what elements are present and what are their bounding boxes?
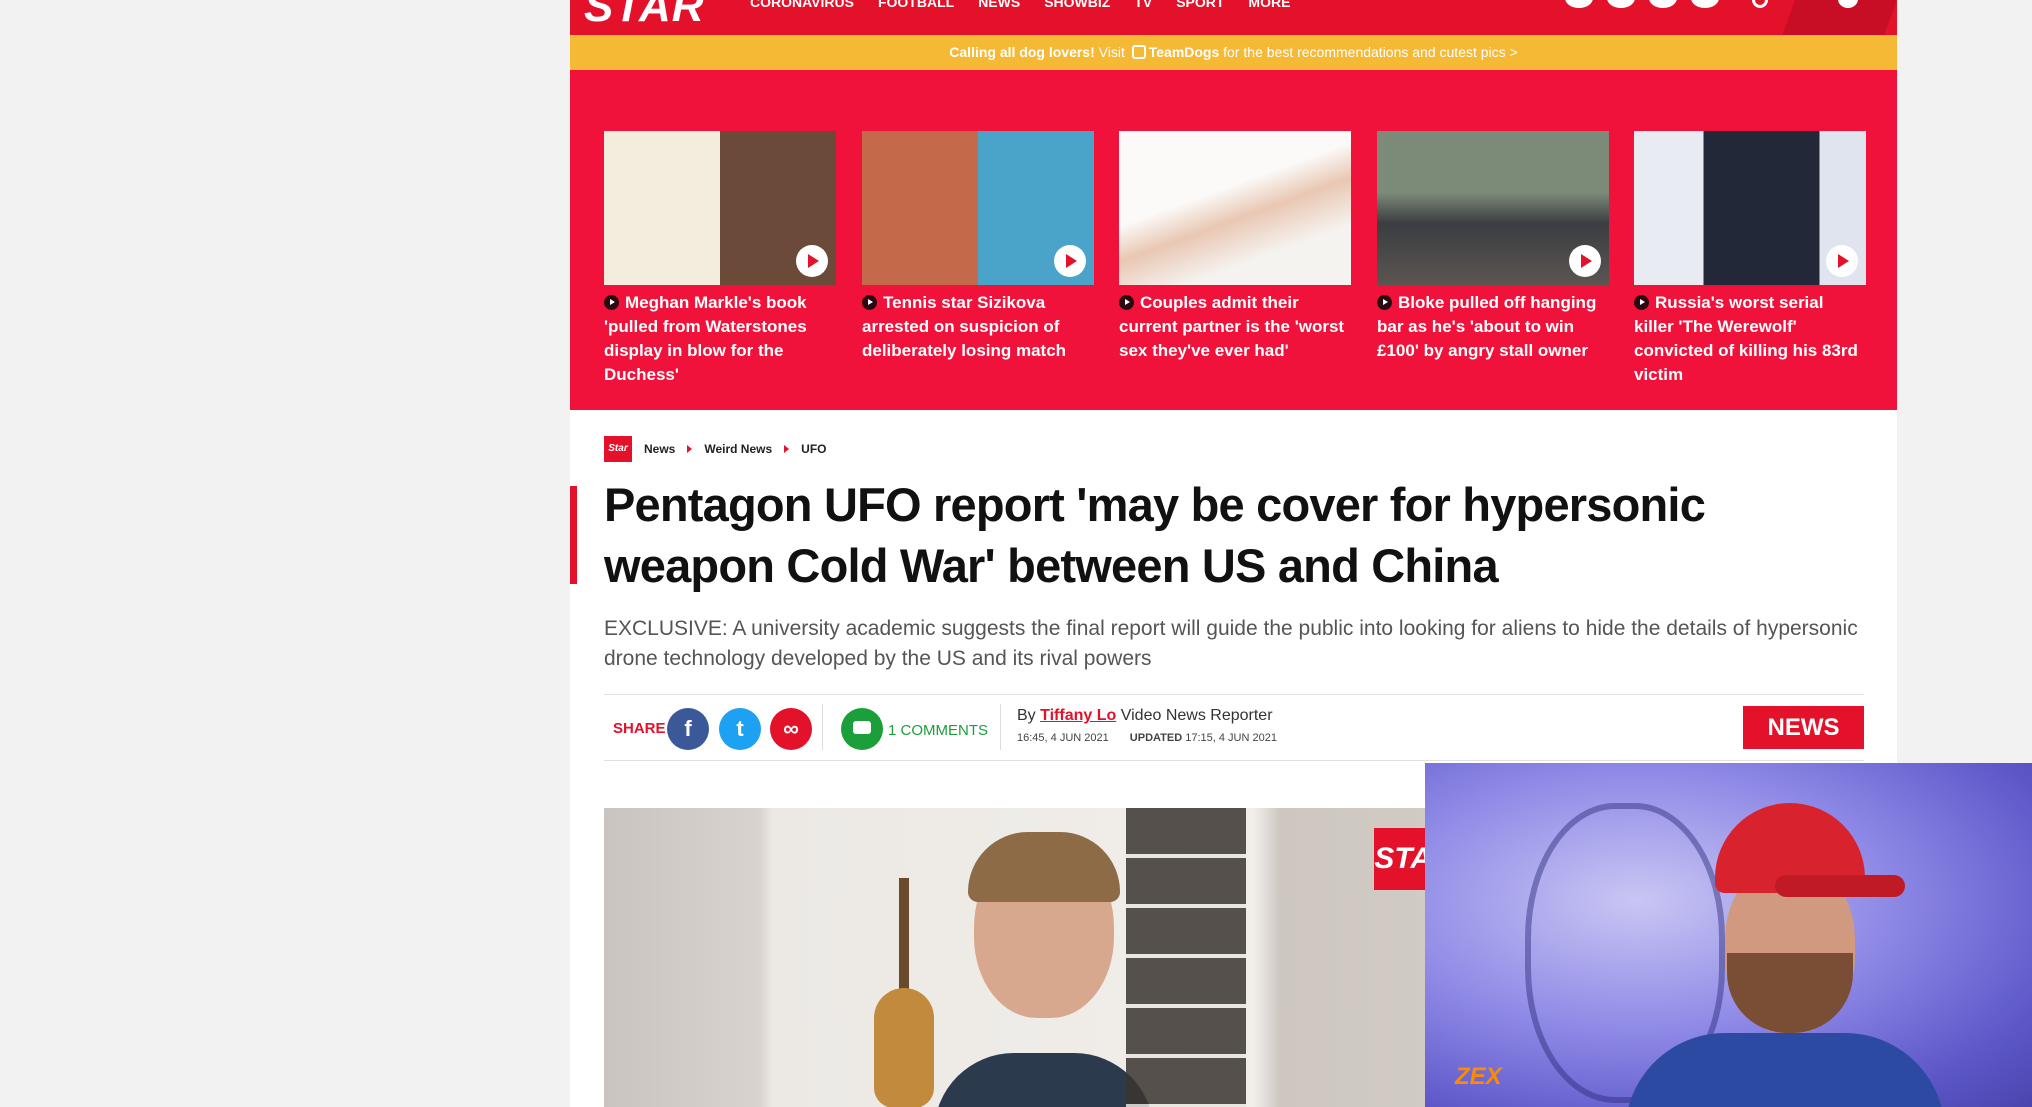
updated-time: 17:15, 4 JUN 2021 xyxy=(1185,732,1277,744)
facebook-icon[interactable] xyxy=(1565,0,1593,8)
breadcrumb-item[interactable]: UFO xyxy=(801,442,826,456)
promo-brand: TeamDogs xyxy=(1148,44,1220,60)
chevron-right-icon xyxy=(687,445,693,453)
account-area xyxy=(1782,0,1897,35)
story-thumbnail[interactable] xyxy=(604,131,836,285)
story-card[interactable]: Bloke pulled off hanging bar as he's 'ab… xyxy=(1377,131,1609,363)
breadcrumb-item[interactable]: News xyxy=(644,442,675,456)
video-guitar xyxy=(874,878,934,1107)
article-headline: Pentagon UFO report 'may be cover for hy… xyxy=(604,478,1706,592)
nav-social-icons xyxy=(1565,0,1719,8)
nav-link[interactable]: SHOWBIZ xyxy=(1044,0,1110,10)
byline: By Tiffany Lo Video News Reporter xyxy=(1017,707,1273,725)
video-bullet-icon xyxy=(862,295,877,310)
promo-visit: Visit xyxy=(1098,44,1125,60)
video-bookshelf xyxy=(1126,808,1246,1107)
story-caption[interactable]: Meghan Markle's book 'pulled from Waters… xyxy=(604,293,807,384)
story-card[interactable]: Couples admit their current partner is t… xyxy=(1119,131,1351,363)
story-card[interactable]: Russia's worst serial killer 'The Werewo… xyxy=(1634,131,1866,387)
story-thumbnail[interactable] xyxy=(1119,131,1351,285)
promo-bar[interactable]: Calling all dog lovers! Visit TeamDogs f… xyxy=(570,35,1897,70)
video-bullet-icon xyxy=(1634,295,1649,310)
story-caption[interactable]: Tennis star Sizikova arrested on suspici… xyxy=(862,293,1066,360)
story-card[interactable]: Tennis star Sizikova arrested on suspici… xyxy=(862,131,1094,363)
breadcrumb-logo[interactable]: Star xyxy=(604,436,632,462)
nav-link[interactable]: TV xyxy=(1134,0,1152,10)
article-standfirst: EXCLUSIVE: A university academic suggest… xyxy=(604,617,1858,670)
play-icon[interactable] xyxy=(1569,245,1601,277)
updated-label: UPDATED xyxy=(1129,732,1183,744)
comment-icon[interactable] xyxy=(841,708,883,750)
search-icon[interactable] xyxy=(1752,0,1768,8)
story-caption[interactable]: Bloke pulled off hanging bar as he's 'ab… xyxy=(1377,293,1596,360)
promo-lead: Calling all dog lovers! xyxy=(949,44,1095,60)
link-share-icon[interactable]: ∞ xyxy=(770,708,812,750)
paw-icon xyxy=(1131,45,1146,59)
story-caption[interactable]: Couples admit their current partner is t… xyxy=(1119,293,1344,360)
divider xyxy=(604,694,1864,695)
play-icon[interactable] xyxy=(1054,245,1086,277)
webcam-overlay: ZEX xyxy=(1425,763,2032,1107)
video-bullet-icon xyxy=(1119,295,1134,310)
video-presenter xyxy=(934,832,1154,1107)
play-icon[interactable] xyxy=(796,245,828,277)
instagram-icon[interactable] xyxy=(1649,0,1677,8)
share-label: SHARE xyxy=(613,720,666,737)
divider xyxy=(822,704,823,750)
site-logo[interactable]: STAR xyxy=(584,0,705,32)
story-thumbnail[interactable] xyxy=(1634,131,1866,285)
headline-accent-bar xyxy=(570,486,577,584)
trending-stories: Meghan Markle's book 'pulled from Waters… xyxy=(570,70,1897,410)
video-bullet-icon xyxy=(604,295,619,310)
nav-link[interactable]: NEWS xyxy=(978,0,1020,10)
twitter-share-icon[interactable]: t xyxy=(719,708,761,750)
story-thumbnail[interactable] xyxy=(1377,131,1609,285)
story-caption[interactable]: Russia's worst serial killer 'The Werewo… xyxy=(1634,293,1858,384)
twitter-icon[interactable] xyxy=(1607,0,1635,8)
divider xyxy=(604,760,1864,761)
promo-tail: for the best recommendations and cutest … xyxy=(1223,44,1518,60)
chevron-right-icon xyxy=(784,445,790,453)
play-icon[interactable] xyxy=(1826,245,1858,277)
story-card[interactable]: Meghan Markle's book 'pulled from Waters… xyxy=(604,131,836,387)
author-link[interactable]: Tiffany Lo xyxy=(1040,707,1116,724)
author-role: Video News Reporter xyxy=(1120,707,1273,724)
breadcrumb-item[interactable]: Weird News xyxy=(704,442,772,456)
comments-count[interactable]: 1 COMMENTS xyxy=(888,722,988,739)
streamer-logo: ZEX xyxy=(1455,1063,1502,1090)
published-time: 16:45, 4 JUN 2021 xyxy=(1017,732,1109,744)
nav-link[interactable]: MORE xyxy=(1248,0,1290,10)
article-dates: 16:45, 4 JUN 2021 UPDATED 17:15, 4 JUN 2… xyxy=(1017,732,1277,744)
facebook-share-icon[interactable]: f xyxy=(667,708,709,750)
section-badge[interactable]: NEWS xyxy=(1743,706,1864,749)
nav-links: CORONAVIRUS FOOTBALL NEWS SHOWBIZ TV SPO… xyxy=(750,0,1290,10)
byline-prefix: By xyxy=(1017,707,1036,724)
nav-link[interactable]: FOOTBALL xyxy=(878,0,954,10)
webcam-streamer xyxy=(1605,803,1945,1107)
nav-link[interactable]: SPORT xyxy=(1176,0,1224,10)
divider xyxy=(1000,704,1001,750)
breadcrumb: Star News Weird News UFO xyxy=(604,436,827,462)
nav-link[interactable]: CORONAVIRUS xyxy=(750,0,854,10)
top-nav: STAR CORONAVIRUS FOOTBALL NEWS SHOWBIZ T… xyxy=(570,0,1897,35)
video-bullet-icon xyxy=(1377,295,1392,310)
story-thumbnail[interactable] xyxy=(862,131,1094,285)
youtube-icon[interactable] xyxy=(1691,0,1719,8)
